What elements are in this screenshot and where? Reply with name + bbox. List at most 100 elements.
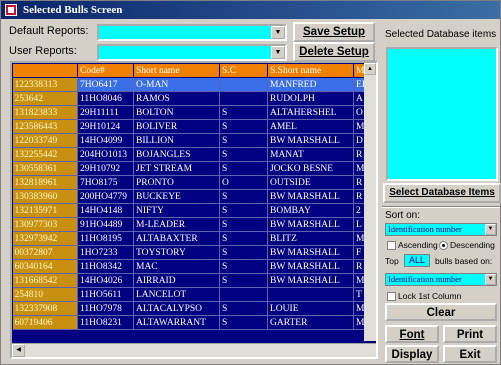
chevron-down-icon[interactable]: ▼ [485, 224, 496, 235]
cell-s-short-name[interactable]: BOMBAY [267, 203, 354, 218]
table-row[interactable]: 132337908 11HO7978 ALTACALYPSO S LOUIE M [12, 301, 368, 316]
cell-s-short-name[interactable]: BW MARSHALL [267, 245, 354, 260]
cell-s-short-name[interactable]: ALTAHERSHEL [267, 105, 354, 120]
cell-short-name[interactable]: JET STREAM [133, 161, 220, 176]
cell-sc[interactable]: S [219, 133, 268, 148]
column-header-code[interactable]: Code# [77, 63, 134, 78]
cell-sc[interactable]: S [219, 259, 268, 274]
cell-s-short-name[interactable]: RUDOLPH [267, 91, 354, 106]
cell-sc[interactable]: S [219, 231, 268, 246]
cell-sc[interactable]: S [219, 315, 268, 330]
cell-s-short-name[interactable]: BLITZ [267, 231, 354, 246]
chevron-down-icon[interactable]: ▼ [271, 26, 285, 39]
cell-short-name[interactable]: ALTACALYPSO [133, 301, 220, 316]
cell-s-short-name[interactable]: BW MARSHALL [267, 217, 354, 232]
scroll-left-icon[interactable]: ◀ [12, 344, 25, 357]
cell-short-name[interactable]: BOLIVER [133, 119, 220, 134]
cell-short-name[interactable]: M-LEADER [133, 217, 220, 232]
cell-short-name[interactable]: TOYSTORY [133, 245, 220, 260]
clear-button[interactable]: Clear [385, 303, 497, 321]
cell-s-short-name[interactable]: LOUIE [267, 301, 354, 316]
delete-setup-button[interactable]: Delete Setup [293, 42, 375, 62]
cell-code[interactable]: 11HO8195 [77, 231, 134, 246]
cell-sc[interactable]: S [219, 161, 268, 176]
cell-short-name[interactable]: BUCKEYE [133, 189, 220, 204]
lock-first-column-checkbox[interactable] [387, 292, 396, 301]
cell-short-name[interactable]: AIRRAID [133, 273, 220, 288]
column-header-short-name[interactable]: Short name [133, 63, 220, 78]
user-reports-combo[interactable]: ▼ [97, 44, 287, 61]
cell-s-short-name[interactable]: MANFRED [267, 77, 354, 92]
cell-code[interactable]: 11HO8342 [77, 259, 134, 274]
cell-row-id[interactable]: 132973942 [12, 231, 78, 246]
table-row[interactable]: 132255442 204HO1013 BOJANGLES S MANAT R [12, 147, 368, 162]
table-row[interactable]: 122033749 14HO4099 BILLION S BW MARSHALL D [12, 133, 368, 148]
cell-sc[interactable] [219, 91, 268, 106]
cell-code[interactable]: 11HO7978 [77, 301, 134, 316]
table-row[interactable]: 123586443 29H10124 BOLIVER S AMEL M [12, 119, 368, 134]
table-row[interactable]: 130977303 91HO4489 M-LEADER S BW MARSHALL L [12, 217, 368, 232]
cell-short-name[interactable]: BOJANGLES [133, 147, 220, 162]
cell-code[interactable]: 29H10124 [77, 119, 134, 134]
cell-sc[interactable]: S [219, 203, 268, 218]
table-row[interactable]: 131668542 14HO4026 AIRRAID S BW MARSHALL M [12, 273, 368, 288]
descending-radio[interactable] [439, 241, 448, 250]
cell-code[interactable]: 1HO7233 [77, 245, 134, 260]
cell-code[interactable]: 29H10792 [77, 161, 134, 176]
grid-horizontal-scrollbar[interactable]: ◀ [12, 343, 376, 357]
cell-row-id[interactable]: 131668542 [12, 273, 78, 288]
cell-row-id[interactable]: 123586443 [12, 119, 78, 134]
cell-code[interactable]: 14HO4148 [77, 203, 134, 218]
cell-sc[interactable]: S [219, 105, 268, 120]
cell-row-id[interactable]: 130383960 [12, 189, 78, 204]
bulls-grid[interactable]: Code# Short name S.C S.Short name M 1223… [10, 61, 378, 359]
cell-s-short-name[interactable]: BW MARSHALL [267, 133, 354, 148]
cell-short-name[interactable]: BILLION [133, 133, 220, 148]
ascending-radio[interactable] [387, 241, 396, 250]
cell-row-id[interactable]: 122338313 [12, 77, 78, 92]
cell-row-id[interactable]: 130977303 [12, 217, 78, 232]
table-row[interactable]: 122338313 7HO6417 O-MAN MANFRED EI [12, 77, 368, 92]
title-bar[interactable]: Selected Bulls Screen [1, 1, 500, 19]
cell-code[interactable]: 7HO8175 [77, 175, 134, 190]
cell-s-short-name[interactable] [267, 287, 354, 302]
cell-s-short-name[interactable]: AMEL [267, 119, 354, 134]
cell-s-short-name[interactable]: MANAT [267, 147, 354, 162]
cell-code[interactable]: 91HO4489 [77, 217, 134, 232]
cell-row-id[interactable]: 60340164 [12, 259, 78, 274]
table-row[interactable]: 132135971 14HO4148 NIFTY S BOMBAY 2 [12, 203, 368, 218]
cell-s-short-name[interactable]: GARTER [267, 315, 354, 330]
cell-code[interactable]: 29H11111 [77, 105, 134, 120]
cell-short-name[interactable]: BOLTON [133, 105, 220, 120]
cell-short-name[interactable]: RAMOS [133, 91, 220, 106]
display-button[interactable]: Display [385, 345, 439, 363]
top-count-input[interactable]: ALL [404, 254, 430, 267]
selected-db-items-list[interactable] [386, 47, 498, 181]
table-row[interactable]: 253642 11HO8046 RAMOS RUDOLPH A [12, 91, 368, 106]
cell-sc[interactable] [219, 77, 268, 92]
table-row[interactable]: 00372807 1HO7233 TOYSTORY S BW MARSHALL F [12, 245, 368, 260]
cell-code[interactable]: 7HO6417 [77, 77, 134, 92]
cell-short-name[interactable]: O-MAN [133, 77, 220, 92]
select-db-items-button[interactable]: Select Database Items [383, 183, 501, 203]
cell-short-name[interactable]: ALTABAXTER [133, 231, 220, 246]
cell-code[interactable]: 200HO4779 [77, 189, 134, 204]
cell-sc[interactable]: S [219, 147, 268, 162]
cell-sc[interactable]: O [219, 175, 268, 190]
table-row[interactable]: 132973942 11HO8195 ALTABAXTER S BLITZ M [12, 231, 368, 246]
exit-button[interactable]: Exit [443, 345, 497, 363]
cell-code[interactable]: 11HO5611 [77, 287, 134, 302]
cell-short-name[interactable]: ALTAWARRANT [133, 315, 220, 330]
cell-s-short-name[interactable]: BW MARSHALL [267, 189, 354, 204]
cell-row-id[interactable]: 132337908 [12, 301, 78, 316]
column-header-s-short-name[interactable]: S.Short name [267, 63, 354, 78]
scroll-up-icon[interactable]: ▲ [364, 63, 376, 75]
cell-code[interactable]: 14HO4099 [77, 133, 134, 148]
cell-row-id[interactable]: 131823833 [12, 105, 78, 120]
font-button[interactable]: Font [385, 325, 439, 343]
cell-short-name[interactable]: MAC [133, 259, 220, 274]
cell-short-name[interactable]: LANCELOT [133, 287, 220, 302]
cell-row-id[interactable]: 00372807 [12, 245, 78, 260]
cell-row-id[interactable]: 132255442 [12, 147, 78, 162]
table-row[interactable]: 60340164 11HO8342 MAC S BW MARSHALL R [12, 259, 368, 274]
